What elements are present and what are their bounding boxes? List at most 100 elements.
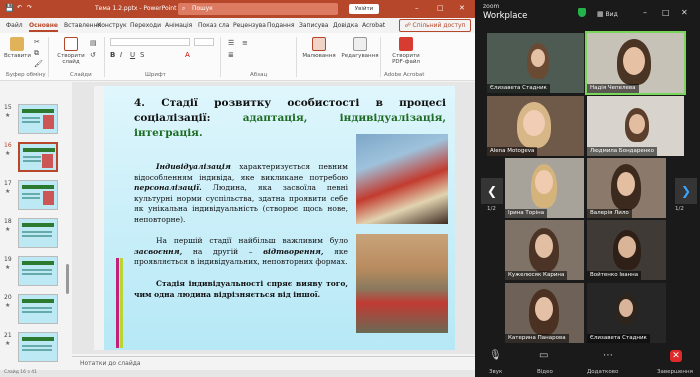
previous-page-button[interactable]: ❮	[481, 178, 503, 204]
tab-file[interactable]: Файл	[6, 22, 23, 29]
title-bar: 💾 ↶ ↷ Тема 1.2.pptx - PowerPoint ⌕ Пошук…	[0, 0, 475, 18]
slide-thumbnail[interactable]	[18, 256, 58, 286]
maximize-icon[interactable]: □	[662, 8, 670, 17]
participant-tile[interactable]: Єлизавета Стадник	[587, 283, 666, 343]
participant-tile[interactable]: Alena Motogeva	[487, 96, 584, 156]
video-label: Відео	[537, 369, 553, 375]
new-slide-button[interactable]: Створити слайд	[54, 37, 88, 65]
italic-icon[interactable]: I	[120, 51, 122, 59]
participant-tile[interactable]: Кужелюсяк Карина	[505, 220, 584, 280]
video-icon[interactable]: ▭	[539, 350, 548, 361]
slide-accent-bar	[120, 258, 123, 348]
minimize-icon[interactable]: –	[643, 8, 647, 17]
street-dance-photo[interactable]	[356, 234, 448, 333]
search-icon: ⌕	[182, 5, 186, 12]
tab-animation[interactable]: Анімація	[165, 22, 192, 29]
participant-tile[interactable]: Ірина Торіна	[505, 158, 584, 218]
zoom-toolbar: 🎙 Звук ▭ Відео ⋯ Додатково ✕ Завершення	[475, 347, 700, 377]
thumb-number: 21	[4, 332, 12, 339]
new-slide-icon	[64, 37, 78, 51]
view-button[interactable]: ▦ Вид	[597, 10, 618, 18]
thumbnail-scrollbar[interactable]	[66, 264, 69, 294]
zoom-header: zoom Workplace ▦ Вид – □ ✕	[475, 0, 700, 30]
shield-icon[interactable]	[578, 8, 586, 17]
paste-button[interactable]: Вставити	[4, 37, 31, 59]
bold-icon[interactable]: B	[110, 51, 115, 59]
slide-paragraph-1[interactable]: Індивідуалізація характеризується певним…	[134, 162, 348, 225]
redo-icon[interactable]: ↷	[27, 4, 32, 11]
format-painter-icon[interactable]: 🖌	[34, 60, 43, 68]
tab-acrobat[interactable]: Acrobat	[362, 22, 385, 29]
participant-tile-active[interactable]: Надія Чепелева	[585, 31, 686, 95]
zoom-workplace-title: Workplace	[483, 11, 528, 21]
minimize-icon[interactable]: –	[415, 4, 419, 12]
tab-insert[interactable]: Вставлення	[64, 22, 101, 29]
maximize-icon[interactable]: □	[437, 4, 444, 12]
folk-dancers-photo[interactable]	[356, 134, 448, 224]
participant-tile[interactable]: Валерія Лило	[587, 158, 666, 218]
tab-record[interactable]: Записува	[299, 22, 328, 29]
signin-button[interactable]: Увійти	[349, 4, 379, 14]
cut-icon[interactable]: ✂	[34, 38, 40, 46]
status-bar: Слайд 16 з 41	[0, 370, 475, 377]
clipboard-icon	[10, 37, 24, 51]
ribbon-tabs: Файл Основне Вставлення Конструктор Пере…	[0, 18, 475, 33]
share-button[interactable]: ☍ Спільний доступ	[399, 19, 471, 32]
reset-icon[interactable]: ↺	[90, 51, 96, 59]
align-icon[interactable]: ≣	[228, 51, 234, 59]
create-pdf-button[interactable]: Створити PDF-файл	[386, 37, 426, 65]
participant-name: Людмила Бондаренко	[587, 147, 657, 156]
more-label: Додатково	[587, 369, 619, 375]
participant-tile[interactable]: Єлизавета Стадник	[487, 33, 584, 93]
underline-icon[interactable]: U	[130, 51, 135, 59]
slide-paragraph-2[interactable]: На першій стадії найбільш важливим було …	[134, 236, 348, 268]
slide-canvas: 4. Стадії розвитку особистості в процесі…	[72, 82, 475, 354]
microphone-icon[interactable]: 🎙	[489, 350, 502, 361]
notes-pane[interactable]: Нотатки до слайда	[72, 356, 475, 370]
editing-button[interactable]: Редагування	[340, 37, 380, 59]
slide-paragraph-3[interactable]: Стадія індивідуальності спряє вияву того…	[134, 279, 348, 300]
next-page-button[interactable]: ❯	[675, 178, 697, 204]
participant-name: Катерина Панарова	[505, 334, 569, 343]
save-icon[interactable]: 💾	[5, 4, 14, 12]
font-name-box[interactable]	[110, 38, 190, 46]
thumb-number: 20	[4, 294, 12, 301]
tab-view[interactable]: Подання	[267, 22, 294, 29]
font-color-icon[interactable]: A	[185, 51, 190, 59]
find-icon	[353, 37, 367, 51]
star-icon: ★	[5, 150, 11, 157]
participant-tile[interactable]: Людмила Бондаренко	[587, 96, 684, 156]
tab-review[interactable]: Рецензува	[233, 22, 266, 29]
tab-home[interactable]: Основне	[29, 22, 58, 32]
slide-thumbnail-selected[interactable]	[18, 142, 58, 172]
end-meeting-button[interactable]: ✕	[670, 350, 682, 362]
bullets-icon[interactable]: ☰	[228, 39, 234, 47]
undo-icon[interactable]: ↶	[17, 4, 22, 11]
drawing-button[interactable]: Малювання	[300, 37, 338, 59]
numbering-icon[interactable]: ≡	[242, 39, 248, 47]
participant-tile[interactable]: Катерина Панарова	[505, 283, 584, 343]
star-icon: ★	[5, 264, 11, 271]
close-icon[interactable]: ✕	[459, 4, 465, 12]
tab-help[interactable]: Довідка	[333, 22, 358, 29]
slide-thumbnail[interactable]	[18, 180, 58, 210]
search-box[interactable]: ⌕ Пошук	[178, 3, 338, 15]
slide-thumbnail[interactable]	[18, 104, 58, 134]
slide-thumbnail[interactable]	[18, 218, 58, 248]
participant-name: Єлизавета Стадник	[487, 84, 550, 93]
tab-slideshow[interactable]: Показ сла	[198, 22, 229, 29]
font-size-box[interactable]	[194, 38, 214, 46]
tab-design[interactable]: Конструктор	[97, 22, 127, 29]
copy-icon[interactable]: ⧉	[34, 49, 39, 58]
strikethrough-icon[interactable]: S	[140, 51, 144, 59]
close-icon[interactable]: ✕	[681, 8, 688, 17]
zoom-window: zoom Workplace ▦ Вид – □ ✕ Єлизавета Ста…	[475, 0, 700, 377]
paragraph-group-label: Абзац	[250, 72, 268, 78]
tab-transitions[interactable]: Переходи	[130, 22, 161, 29]
slide-thumbnail[interactable]	[18, 332, 58, 362]
more-icon[interactable]: ⋯	[603, 350, 613, 361]
slide-thumbnail[interactable]	[18, 294, 58, 324]
participant-name: Надія Чепелева	[587, 84, 639, 93]
participant-tile[interactable]: Войтенко Іванна	[587, 220, 666, 280]
layout-icon[interactable]: ▤	[90, 39, 97, 47]
